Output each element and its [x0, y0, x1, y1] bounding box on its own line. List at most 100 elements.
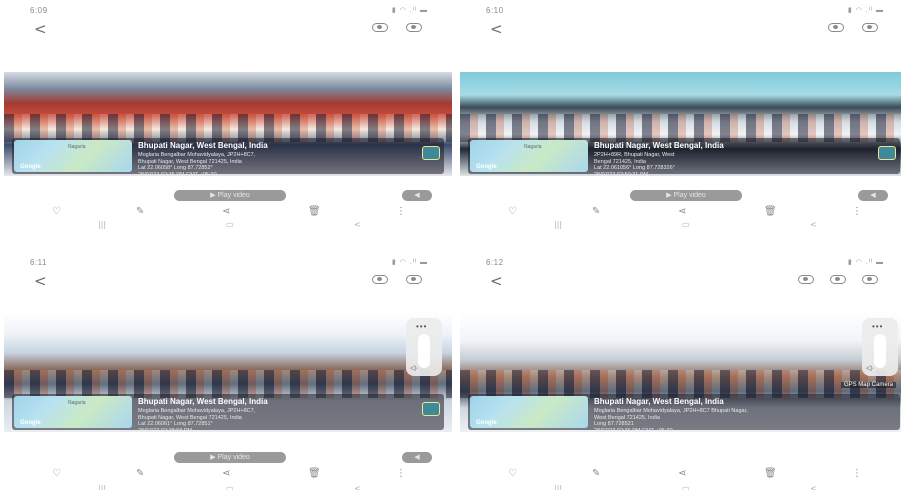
geo-title: Bhupati Nagar, West Bengal, India	[138, 397, 268, 406]
screenshot-2: 6:10 ▮ ◠ .ᴵᴵ ▬ < Nagaria Google Bhupati …	[460, 4, 901, 241]
screenshot-1: 6:09 ▮ ◠ .ᴵᴵ ▬ < Nagaria Google Bhupati …	[4, 4, 452, 241]
edit-icon[interactable]: ✎	[592, 206, 600, 217]
back-arrow-icon[interactable]: <	[490, 20, 503, 38]
map-place-label: Nagaria	[68, 144, 86, 150]
mute-button[interactable]: ◀	[402, 190, 432, 201]
recent-apps-icon[interactable]: |||	[98, 220, 106, 229]
heart-icon[interactable]: ♡	[508, 206, 517, 217]
nav-bar: ||| ▭ <	[460, 220, 901, 230]
link-icon[interactable]	[406, 23, 422, 32]
geo-title: Bhupati Nagar, West Bengal, India	[594, 141, 724, 150]
speaker-icon[interactable]: ◁·	[410, 364, 418, 372]
home-icon[interactable]: ▭	[682, 484, 690, 490]
share-icon[interactable]: ⋖	[678, 206, 686, 217]
more-icon[interactable]: ⋮	[396, 206, 406, 217]
status-icons: ▮ ◠ .ᴵᴵ ▬	[391, 7, 428, 14]
heart-icon[interactable]: ♡	[52, 206, 61, 217]
geo-title: Bhupati Nagar, West Bengal, India	[138, 141, 268, 150]
mute-button[interactable]: ◀	[402, 452, 432, 463]
share-icon[interactable]: ⋖	[222, 206, 230, 217]
volume-slider[interactable]	[874, 334, 886, 368]
geo-title: Bhupati Nagar, West Bengal, India	[594, 397, 724, 406]
photo: Google Bhupati Nagar, West Bengal, India…	[460, 312, 901, 432]
recent-apps-icon[interactable]: |||	[554, 484, 562, 490]
top-bar: <	[460, 272, 901, 294]
map-google-label: Google	[20, 420, 41, 426]
edit-icon[interactable]: ✎	[592, 468, 600, 479]
nav-back-icon[interactable]: <	[354, 220, 361, 229]
recent-apps-icon[interactable]: |||	[554, 220, 562, 229]
play-video-button[interactable]: ▶ Play video	[174, 190, 286, 201]
link-icon[interactable]	[406, 275, 422, 284]
top-bar: <	[4, 20, 452, 42]
eye-icon[interactable]	[828, 23, 844, 32]
link-icon[interactable]	[862, 275, 878, 284]
volume-more-icon[interactable]: •••	[872, 322, 883, 331]
status-time: 6:11	[30, 258, 47, 267]
geo-details: 2P2H+89R, Bhupati Nagar, West Bengal 721…	[594, 152, 675, 176]
nav-bar: ||| ▭ <	[4, 220, 452, 230]
eye-icon[interactable]	[372, 23, 388, 32]
back-arrow-icon[interactable]: <	[34, 20, 47, 38]
back-arrow-icon[interactable]: <	[34, 272, 47, 290]
volume-panel[interactable]: ••• ◁·	[406, 318, 442, 376]
status-time: 6:12	[486, 258, 504, 267]
eye-icon[interactable]	[372, 275, 388, 284]
delete-icon[interactable]: 🗑	[764, 206, 777, 217]
heart-icon[interactable]: ♡	[508, 468, 517, 479]
volume-panel[interactable]: ••• ◁·	[862, 318, 898, 376]
camera-badge-icon	[422, 146, 440, 160]
share-icon[interactable]: ⋖	[222, 468, 230, 479]
more-icon[interactable]: ⋮	[396, 468, 406, 479]
map-google-label: Google	[476, 164, 497, 170]
mute-button[interactable]: ◀	[858, 190, 888, 201]
edit-icon[interactable]: ✎	[136, 206, 144, 217]
volume-more-icon[interactable]: •••	[416, 322, 427, 331]
map-thumbnail: Nagaria Google	[14, 396, 132, 428]
more-icon[interactable]: ⋮	[852, 468, 862, 479]
photo: Nagaria Google Bhupati Nagar, West Benga…	[460, 72, 901, 176]
status-icons: ▮ ◠ .ᴵᴵ ▬	[847, 259, 884, 266]
nav-bar: ||| ▭ <	[4, 484, 452, 490]
speaker-icon[interactable]: ◁·	[866, 364, 874, 372]
geo-overlay: Nagaria Google Bhupati Nagar, West Benga…	[468, 138, 900, 176]
map-google-label: Google	[476, 420, 497, 426]
share-icon[interactable]: ⋖	[678, 468, 686, 479]
gps-map-camera-tag: GPS Map Camera	[840, 382, 896, 388]
action-bar: ▶ Play video ◀	[460, 190, 901, 204]
heart-icon[interactable]: ♡	[52, 468, 61, 479]
camera-badge-icon	[878, 146, 896, 160]
screenshot-3: 6:11 ▮ ◠ .ᴵᴵ ▬ < Nagaria Google Bhupati …	[4, 256, 452, 490]
map-thumbnail: Nagaria Google	[14, 140, 132, 172]
delete-icon[interactable]: 🗑	[308, 468, 321, 479]
map-place-label: Nagaria	[68, 400, 86, 406]
camera-badge-icon	[422, 402, 440, 416]
nav-back-icon[interactable]: <	[810, 220, 817, 229]
toolbar: ♡ ✎ ⋖ 🗑 ⋮	[460, 468, 901, 482]
back-arrow-icon[interactable]: <	[490, 272, 503, 290]
geo-details: Moglaria Bengalbar Mohavidyalaya, JP2H+8…	[138, 152, 256, 176]
edit-icon[interactable]: ✎	[136, 468, 144, 479]
home-icon[interactable]: ▭	[226, 220, 234, 229]
status-time: 6:10	[486, 6, 504, 15]
delete-icon[interactable]: 🗑	[764, 468, 777, 479]
photo: Nagaria Google Bhupati Nagar, West Benga…	[4, 72, 452, 176]
map-thumbnail: Nagaria Google	[470, 140, 588, 172]
play-video-button[interactable]: ▶ Play video	[630, 190, 742, 201]
action-bar: ▶ Play video ◀	[4, 190, 452, 204]
nav-back-icon[interactable]: <	[810, 484, 817, 490]
recent-apps-icon[interactable]: |||	[98, 484, 106, 490]
delete-icon[interactable]: 🗑	[308, 206, 321, 217]
status-bar: 6:09 ▮ ◠ .ᴵᴵ ▬	[4, 4, 452, 20]
more-icon[interactable]: ⋮	[852, 206, 862, 217]
nav-back-icon[interactable]: <	[354, 484, 361, 490]
home-icon[interactable]: ▭	[682, 220, 690, 229]
toolbar: ♡ ✎ ⋖ 🗑 ⋮	[460, 206, 901, 220]
edit-photo-icon[interactable]	[798, 275, 814, 284]
volume-slider[interactable]	[418, 334, 430, 368]
geo-overlay: Nagaria Google Bhupati Nagar, West Benga…	[12, 138, 444, 176]
link-icon[interactable]	[862, 23, 878, 32]
eye-icon[interactable]	[830, 275, 846, 284]
play-video-button[interactable]: ▶ Play video	[174, 452, 286, 463]
home-icon[interactable]: ▭	[226, 484, 234, 490]
